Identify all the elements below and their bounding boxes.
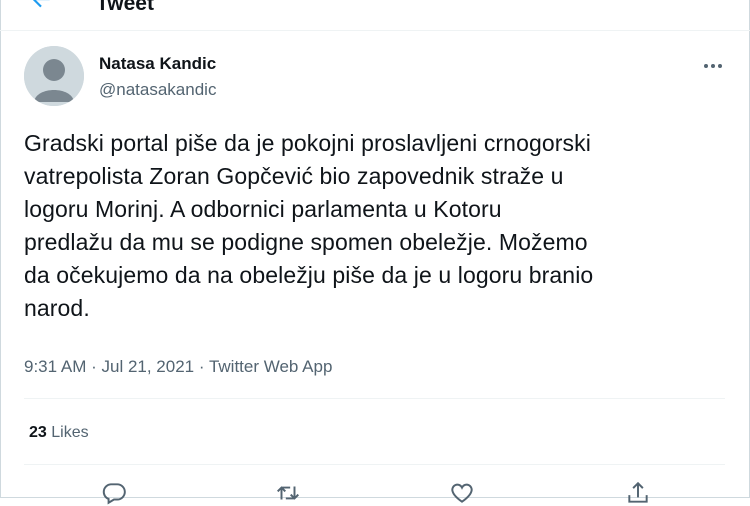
share-icon[interactable] — [625, 480, 651, 506]
likes-stat[interactable]: 23 Likes — [29, 424, 89, 442]
tweet-text: Gradski portal piše da je pokojni prosla… — [24, 130, 594, 321]
divider — [24, 398, 725, 399]
author-name[interactable]: Natasa Kandic — [99, 54, 216, 74]
page-title: Tweet — [96, 0, 154, 15]
meta-separator: · — [194, 357, 209, 376]
divider — [24, 464, 725, 465]
back-arrow-icon[interactable] — [28, 0, 54, 12]
retweet-icon[interactable] — [275, 480, 301, 506]
reply-icon[interactable] — [101, 480, 127, 506]
author-handle[interactable]: @natasakandic — [99, 80, 216, 100]
more-icon[interactable] — [701, 58, 725, 68]
likes-count: 23 — [29, 424, 47, 441]
likes-label: Likes — [51, 424, 89, 441]
tweet-meta: 9:31 AM · Jul 21, 2021 · Twitter Web App — [24, 357, 332, 377]
avatar[interactable] — [24, 46, 84, 106]
tweet-time[interactable]: 9:31 AM — [24, 357, 86, 376]
like-icon[interactable] — [449, 480, 475, 506]
page-header: Tweet — [0, 0, 750, 31]
meta-separator: · — [86, 357, 102, 376]
tweet-source[interactable]: Twitter Web App — [209, 357, 332, 376]
tweet-date[interactable]: Jul 21, 2021 — [101, 357, 194, 376]
